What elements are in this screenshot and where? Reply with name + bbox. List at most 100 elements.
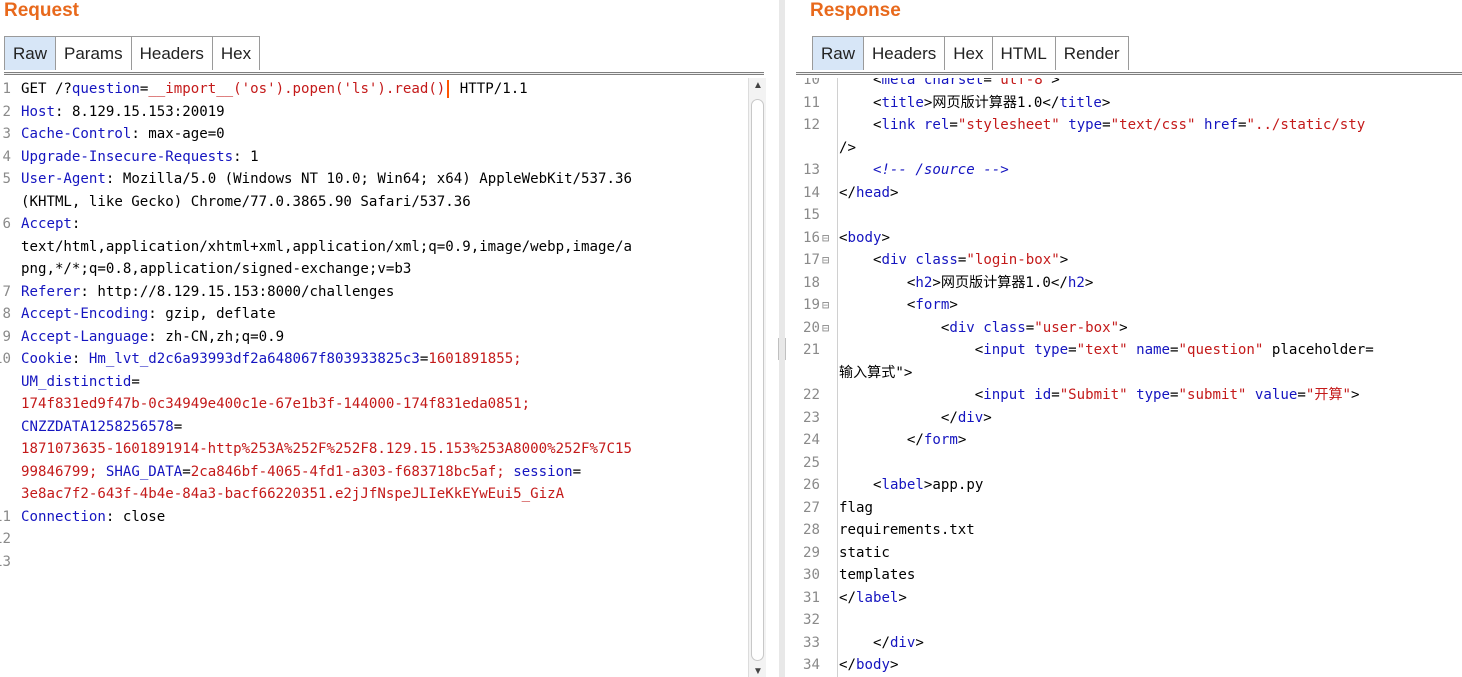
response-line: 21 <input type="text" name="question" pl… xyxy=(796,339,1462,362)
gutter-divider xyxy=(837,271,838,294)
code-token: > xyxy=(1101,94,1111,111)
line-number: 24 xyxy=(803,432,820,448)
fold-toggle-icon[interactable]: ⊟ xyxy=(822,317,829,340)
html-attr-value: "stylesheet" xyxy=(957,117,1060,133)
request-line-text: UM_distinctid= xyxy=(21,371,140,394)
tab-raw[interactable]: Raw xyxy=(4,36,57,70)
line-number: 30 xyxy=(803,567,820,583)
tab-hex[interactable]: Hex xyxy=(944,36,993,70)
html-attr-value: "text" xyxy=(1076,342,1128,358)
html-attr-value: "utf-8" xyxy=(991,78,1052,88)
header-name: Accept-Language xyxy=(21,328,149,345)
html-attr: type xyxy=(1034,342,1069,358)
response-line: 26 <label>app.py xyxy=(796,474,1462,497)
line-number: 32 xyxy=(803,612,820,628)
response-line: 24 </form> xyxy=(796,429,1462,452)
tab-headers[interactable]: Headers xyxy=(130,36,213,70)
code-token: > xyxy=(889,657,899,673)
request-line-text: Host: 8.129.15.153:20019 xyxy=(21,101,225,124)
html-tag: h2 xyxy=(915,274,933,291)
tab-divider xyxy=(796,72,1462,75)
code-token: > xyxy=(983,409,992,426)
tab-hex[interactable]: Hex xyxy=(211,36,261,70)
gutter-divider xyxy=(837,384,838,407)
header-name: Accept xyxy=(21,216,72,232)
html-attr: href xyxy=(1204,117,1238,133)
header-value: 1 xyxy=(250,148,259,165)
request-line: png,*/*;q=0.8,application/signed-exchang… xyxy=(0,258,746,281)
gutter-divider xyxy=(837,541,838,564)
line-number: 1 xyxy=(2,81,12,97)
code-token: > xyxy=(1051,78,1060,88)
code-token: : xyxy=(105,171,123,187)
request-line: 13 xyxy=(0,551,746,574)
code-token: = xyxy=(983,78,992,88)
header-name: Connection xyxy=(21,508,106,525)
code-token: : xyxy=(71,351,89,367)
html-tag: form xyxy=(915,297,950,313)
response-line: 23 </div> xyxy=(796,406,1462,429)
splitter-grip-icon[interactable] xyxy=(778,338,786,360)
code-token: : xyxy=(233,148,251,165)
tab-params[interactable]: Params xyxy=(55,36,132,70)
fold-toggle-icon[interactable]: ⊟ xyxy=(822,249,829,272)
request-scrollbar[interactable]: ▲ ▼ xyxy=(748,78,766,677)
line-number: 9 xyxy=(2,328,12,345)
code-token: = xyxy=(1297,387,1306,403)
request-line: text/html,application/xhtml+xml,applicat… xyxy=(0,236,746,259)
scroll-up-icon[interactable]: ▲ xyxy=(752,80,764,91)
code-token: > xyxy=(932,274,941,291)
code-text: app.py xyxy=(932,477,984,493)
gutter-divider xyxy=(837,451,838,474)
tab-html[interactable]: HTML xyxy=(991,36,1056,70)
html-attr: type xyxy=(1068,117,1103,133)
response-editor[interactable]: 10 <meta charset="utf-8"> 11 <title>网页版计算… xyxy=(796,78,1462,677)
gutter-divider xyxy=(837,204,838,227)
fold-toggle-icon[interactable]: ⊟ xyxy=(822,294,829,317)
response-line: 31 </label> xyxy=(796,586,1462,609)
header-name: Cookie xyxy=(21,351,72,367)
html-attr: type xyxy=(1136,387,1171,403)
code-token: = xyxy=(131,373,140,390)
request-line-text: GET /?question=__import__('os').popen('l… xyxy=(21,78,528,101)
html-attr-value: "user-box" xyxy=(1034,319,1120,336)
request-line-text: 1871073635-1601891914-http%253A%252F%252… xyxy=(21,438,632,461)
code-token: < xyxy=(974,387,984,403)
response-line: /> xyxy=(796,136,1462,160)
line-number: 12 xyxy=(0,531,11,547)
code-token: = xyxy=(1068,342,1077,358)
response-line-text: <div class="login-box"> xyxy=(839,249,1068,272)
tab-render[interactable]: Render xyxy=(1054,36,1129,70)
line-number: 2 xyxy=(2,103,12,120)
response-line: 25 xyxy=(796,451,1462,474)
html-attr-value: "../static/sty xyxy=(1246,117,1366,133)
header-name: Accept-Encoding xyxy=(21,306,149,322)
fold-toggle-icon[interactable]: ⊟ xyxy=(822,227,829,250)
scroll-down-icon[interactable]: ▼ xyxy=(752,666,764,677)
request-editor[interactable]: 1 GET /?question=__import__('os').popen('… xyxy=(0,78,746,677)
html-attr: class xyxy=(983,319,1026,336)
tab-raw[interactable]: Raw xyxy=(812,36,865,70)
html-attr-value: "submit" xyxy=(1178,387,1247,403)
line-number: 18 xyxy=(803,274,820,291)
request-line: 7 Referer: http://8.129.15.153:8000/chall… xyxy=(0,281,746,304)
tab-headers[interactable]: Headers xyxy=(863,36,946,70)
code-token: : xyxy=(131,126,149,142)
response-line: 12 <link rel="stylesheet" type="text/css… xyxy=(796,114,1462,137)
request-line-text: Referer: http://8.129.15.153:8000/challe… xyxy=(21,281,394,304)
gutter-divider xyxy=(837,159,838,182)
response-line-text: <div class="user-box"> xyxy=(839,317,1128,340)
scroll-thumb[interactable] xyxy=(751,99,764,661)
response-line: 34 </body> xyxy=(796,654,1462,677)
response-line-text: /> xyxy=(839,137,856,160)
pane-splitter[interactable] xyxy=(768,0,796,677)
